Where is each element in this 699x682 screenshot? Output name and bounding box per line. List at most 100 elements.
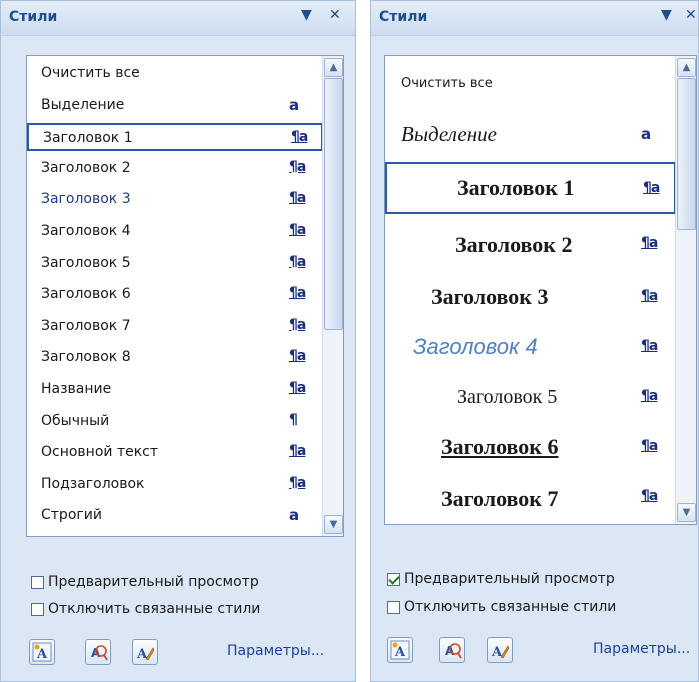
style-list-item[interactable]: Заголовок 6 ¶a [27, 281, 323, 309]
linked-style-icon: ¶a [289, 253, 306, 270]
style-list-item[interactable]: Заголовок 3 ¶a [385, 274, 676, 322]
pane-close-icon[interactable]: ✕ [329, 7, 341, 23]
manage-styles-icon: A [491, 645, 510, 660]
new-style-button[interactable]: A [387, 637, 413, 663]
style-item-label: Заголовок 8 [41, 349, 131, 366]
styles-list-scrollbar[interactable]: ▲ ▼ [675, 56, 696, 524]
style-list-item[interactable]: Заголовок 4 ¶a [385, 324, 676, 372]
linked-style-icon: ¶a [289, 222, 306, 238]
preview-checkbox[interactable] [387, 572, 400, 586]
preview-checkbox[interactable] [31, 575, 44, 589]
style-list-item[interactable]: Заголовок 4 ¶a [27, 218, 323, 246]
style-item-label: Подзаголовок [41, 475, 145, 492]
paragraph-style-icon: ¶ [289, 411, 298, 428]
scroll-down-icon[interactable]: ▼ [324, 515, 343, 534]
style-item-label: Заголовок 5 [41, 254, 131, 271]
linked-style-icon: ¶a [641, 388, 658, 404]
scrollbar-thumb[interactable] [677, 78, 696, 230]
linked-style-icon: ¶a [641, 288, 658, 304]
style-list-item[interactable]: Основной текст ¶a [27, 439, 323, 467]
style-list-item[interactable]: Заголовок 5 ¶a [27, 250, 323, 278]
style-list-item[interactable]: Заголовок 7 ¶a [385, 474, 676, 522]
linked-style-icon: ¶a [641, 438, 658, 454]
character-style-icon: a [289, 506, 300, 525]
linked-styles-checkbox-row[interactable]: Отключить связанные стили [31, 598, 260, 620]
style-list-item[interactable]: Выделение a [385, 112, 676, 158]
manage-styles-button[interactable]: A [132, 639, 158, 665]
style-item-label: Заголовок 1 [457, 175, 575, 200]
style-list-item[interactable]: Заголовок 7 ¶a [27, 313, 323, 341]
new-style-icon: A [32, 642, 52, 662]
linked-styles-checkbox[interactable] [31, 602, 44, 616]
scroll-down-icon[interactable]: ▼ [677, 503, 696, 522]
style-list-item[interactable]: Заголовок 3 ¶a [27, 186, 323, 214]
pane-title: Стили [9, 9, 58, 25]
new-style-button[interactable]: A [29, 639, 55, 665]
linked-styles-checkbox-row[interactable]: Отключить связанные стили [387, 596, 616, 618]
pane-title: Стили [379, 9, 428, 25]
linked-style-icon: ¶a [641, 488, 658, 504]
style-list-item[interactable]: Заголовок 1 ¶a [385, 162, 676, 214]
pane-close-icon[interactable]: ✕ [685, 7, 697, 23]
linked-style-icon: ¶a [641, 235, 658, 251]
style-list-item[interactable]: Заголовок 8 ¶a [27, 344, 323, 372]
linked-styles-checkbox-label: Отключить связанные стили [404, 599, 617, 615]
styles-list-scrollbar[interactable]: ▲ ▼ [322, 56, 343, 536]
style-inspector-button[interactable]: A [85, 639, 111, 665]
style-options-link[interactable]: Параметры... [227, 643, 324, 659]
style-list-item[interactable]: Выделение a [27, 92, 323, 120]
svg-text:A: A [491, 645, 503, 660]
style-list-item[interactable]: Подзаголовок ¶a [27, 471, 323, 499]
style-item-label: Заголовок 7 [41, 317, 131, 334]
linked-style-icon: ¶a [289, 443, 306, 460]
linked-style-icon: ¶a [289, 348, 306, 365]
style-item-label: Заголовок 4 [413, 334, 538, 359]
scroll-up-icon[interactable]: ▲ [324, 58, 343, 77]
manage-styles-button[interactable]: A [487, 637, 513, 663]
pane-titlebar: Стили ▼ ✕ [1, 1, 355, 36]
style-list-item[interactable]: Очистить все [27, 60, 323, 88]
style-list-item[interactable]: Заголовок 1 ¶a [27, 123, 323, 152]
styles-pane-right: Стили ▼ ✕ Очистить все Выделение a Заголово… [370, 0, 699, 682]
style-item-label: Заголовок 6 [441, 434, 559, 459]
scroll-up-icon[interactable]: ▲ [677, 58, 696, 77]
pane-menu-dropdown-icon[interactable]: ▼ [661, 7, 672, 23]
svg-text:A: A [136, 647, 148, 662]
linked-style-icon: ¶a [289, 285, 306, 302]
linked-styles-checkbox[interactable] [387, 600, 400, 614]
style-inspector-icon: A [445, 643, 462, 659]
style-inspector-icon: A [91, 645, 108, 661]
linked-style-icon: ¶a [289, 190, 306, 207]
style-list-item[interactable]: Заголовок 5 ¶a [385, 374, 676, 422]
style-list-item[interactable]: Строгий a [27, 502, 323, 530]
character-style-icon: a [289, 95, 300, 114]
style-item-label: Строгий [41, 507, 102, 524]
styles-list[interactable]: Очистить все Выделение a Заголовок 1 ¶a Загол… [26, 55, 344, 537]
pane-menu-dropdown-icon[interactable]: ▼ [301, 7, 312, 23]
style-list-item[interactable]: Заголовок 6 ¶a [385, 424, 676, 472]
preview-checkbox-row[interactable]: Предварительный просмотр [31, 571, 259, 593]
style-list-item[interactable]: Название ¶a [27, 376, 323, 404]
style-options-link[interactable]: Параметры... [593, 641, 690, 657]
linked-style-icon: ¶a [289, 158, 306, 175]
style-inspector-button[interactable]: A [439, 637, 465, 663]
style-item-label: Название [41, 381, 112, 397]
style-list-item[interactable]: Очистить все [385, 62, 676, 106]
style-list-item[interactable]: Заголовок 2 ¶a [385, 220, 676, 270]
linked-style-icon: ¶a [289, 316, 306, 333]
style-list-item[interactable]: Заголовок 2 ¶a [27, 155, 323, 183]
styles-list[interactable]: Очистить все Выделение a Заголовок 1 ¶a Загол… [384, 55, 697, 525]
style-item-label: Выделение [41, 96, 125, 113]
style-item-label: Заголовок 7 [441, 486, 559, 511]
style-item-label: Очистить все [41, 65, 140, 81]
style-item-label: Обычный [41, 412, 110, 429]
style-item-label: Очистить все [401, 76, 493, 91]
style-item-label: Выделение [401, 122, 497, 146]
scrollbar-thumb[interactable] [324, 78, 343, 330]
preview-checkbox-row[interactable]: Предварительный просмотр [387, 568, 615, 590]
style-item-label: Заголовок 2 [455, 232, 573, 257]
manage-styles-icon: A [136, 647, 155, 662]
linked-style-icon: ¶a [643, 180, 660, 196]
style-list-item[interactable]: Обычный ¶ [27, 408, 323, 436]
pane-titlebar: Стили ▼ ✕ [371, 1, 698, 36]
